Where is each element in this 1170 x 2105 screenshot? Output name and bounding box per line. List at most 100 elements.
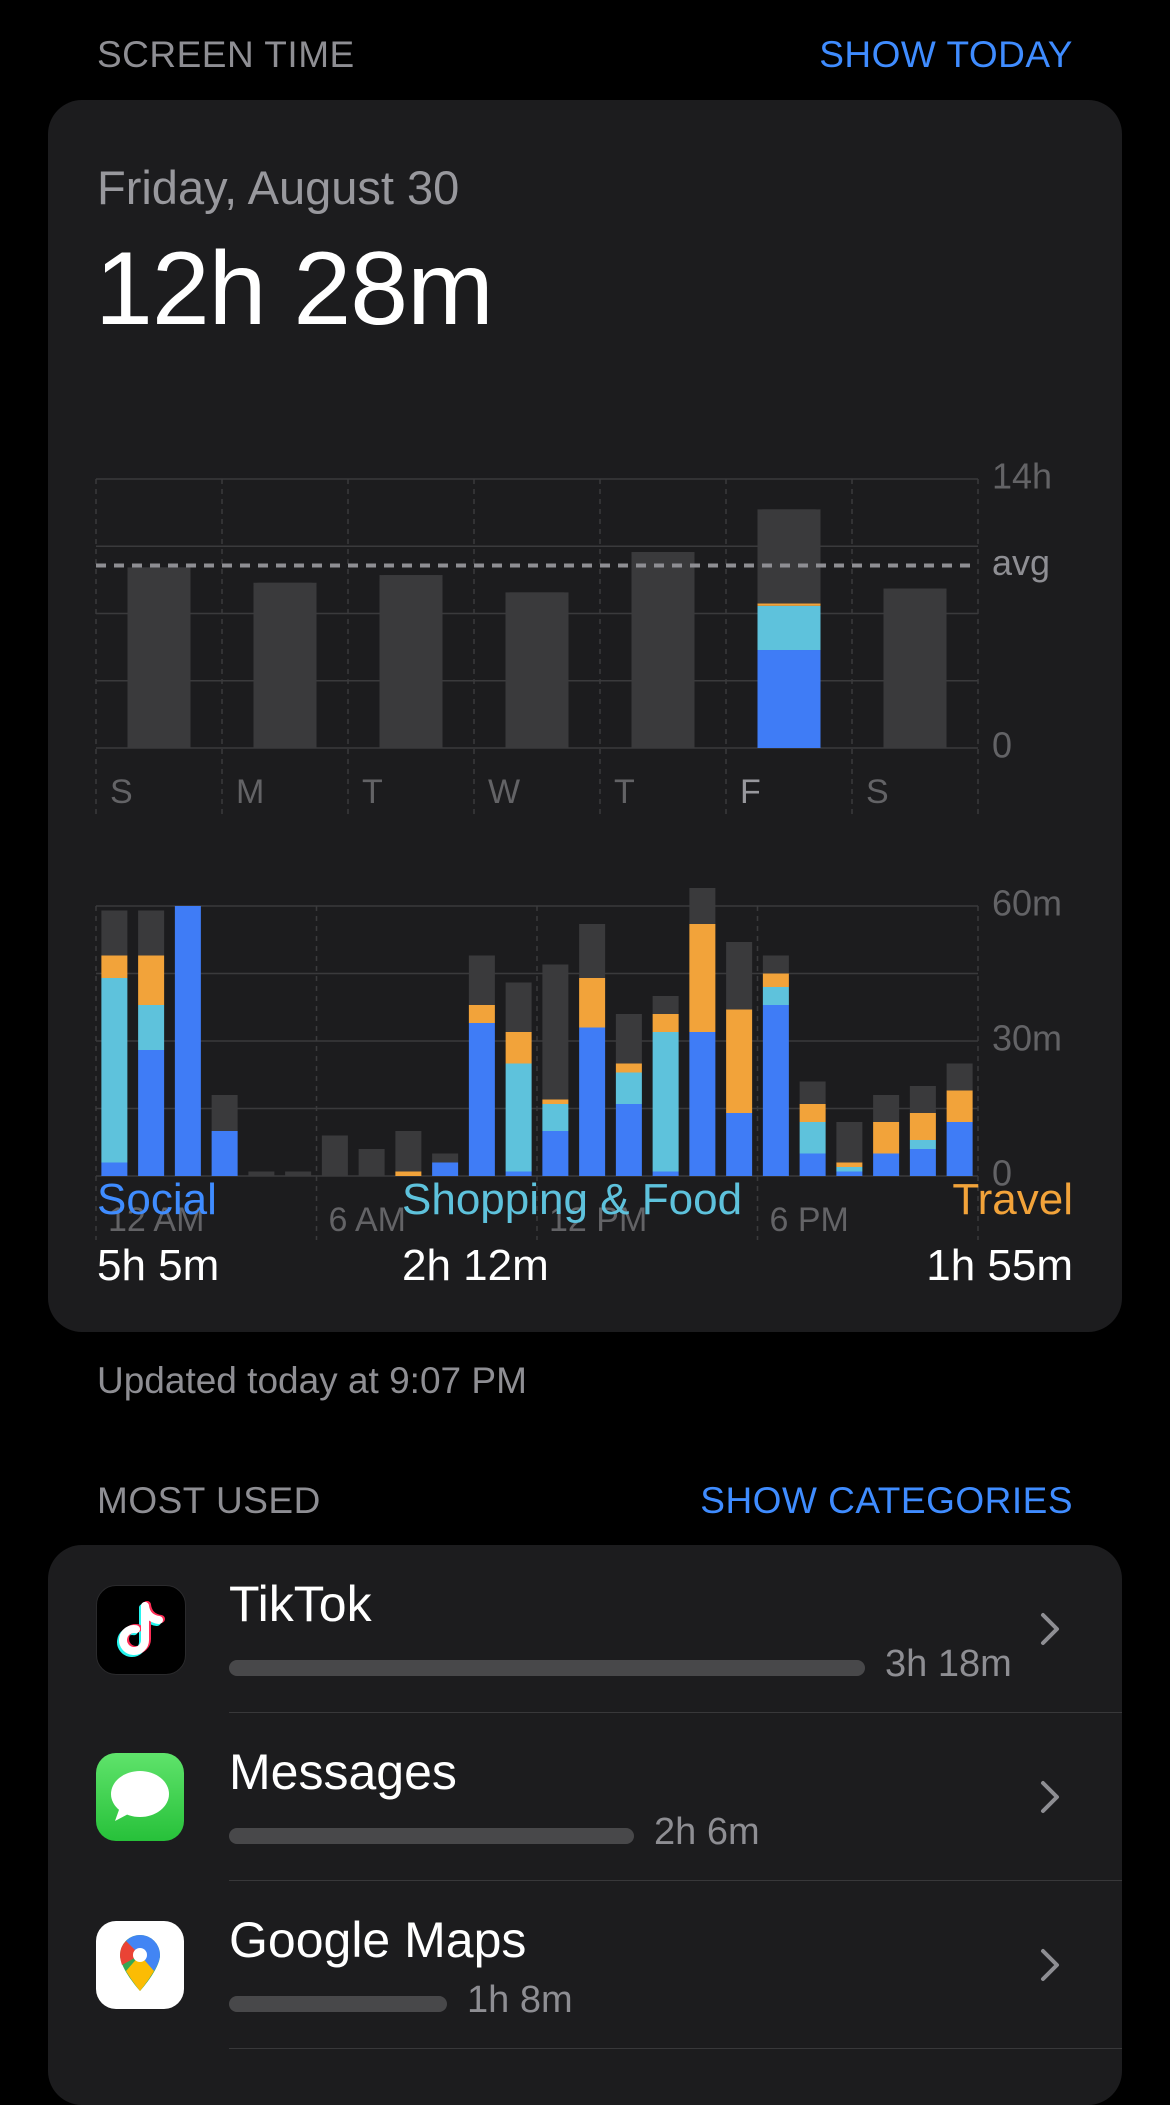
bar-other bbox=[127, 567, 191, 748]
bar-other bbox=[432, 1153, 459, 1163]
bar-other bbox=[379, 575, 443, 748]
usage-bar bbox=[229, 1996, 447, 2012]
bar-other bbox=[579, 924, 606, 978]
bar-travel bbox=[468, 1005, 495, 1023]
section-title: SCREEN TIME bbox=[97, 34, 355, 75]
bar-social bbox=[762, 1005, 789, 1176]
bar-other bbox=[248, 1171, 275, 1176]
bar-social bbox=[468, 1023, 495, 1176]
legend-value: 1h 55m bbox=[926, 1241, 1073, 1290]
bar-cap bbox=[631, 552, 695, 561]
day-tick-label: W bbox=[488, 773, 520, 811]
bar-other bbox=[253, 582, 317, 748]
bar-other bbox=[395, 1131, 422, 1172]
bar-other bbox=[631, 552, 695, 748]
bar-social bbox=[726, 1113, 753, 1176]
show-today-button[interactable]: SHOW TODAY bbox=[819, 34, 1073, 76]
day-tick-label: S bbox=[110, 773, 133, 811]
bar-shopping bbox=[757, 605, 821, 651]
bar-other bbox=[211, 1095, 238, 1131]
bar-travel bbox=[138, 955, 165, 1005]
bar-other bbox=[358, 1149, 385, 1176]
bar-shopping bbox=[652, 1032, 679, 1172]
app-name: Messages bbox=[229, 1744, 457, 1800]
avg-label: avg bbox=[992, 542, 1050, 583]
row-divider bbox=[229, 2048, 1122, 2049]
day-tick-label: T bbox=[614, 773, 635, 811]
bar-social bbox=[615, 1104, 642, 1176]
bar-other bbox=[505, 982, 532, 1032]
screen-time-summary-card: Friday, August 30 12h 28m S M T W T F S 14h avg 0… bbox=[48, 100, 1122, 1332]
bar-other bbox=[836, 1122, 863, 1163]
bar-social bbox=[579, 1027, 606, 1176]
y-tick-label: 0 bbox=[992, 725, 1012, 766]
bar-travel bbox=[689, 924, 716, 1032]
bar-shopping bbox=[909, 1140, 936, 1149]
app-row-tiktok[interactable]: TikTok 3h 18m bbox=[48, 1545, 1122, 1713]
weekly-usage-chart[interactable]: S M T W T F S 14h avg 0 bbox=[48, 460, 1122, 820]
bar-other bbox=[505, 592, 569, 748]
chevron-right-icon bbox=[1041, 1613, 1059, 1645]
bar-shopping bbox=[836, 1167, 863, 1172]
bar-other bbox=[321, 1135, 348, 1176]
show-categories-button[interactable]: SHOW CATEGORIES bbox=[700, 1480, 1073, 1522]
bar-social bbox=[873, 1153, 900, 1176]
y-tick-label: 60m bbox=[992, 883, 1062, 924]
legend-shopping-food: Shopping & Food 2h 12m bbox=[402, 1175, 742, 1291]
usage-time: 2h 6m bbox=[654, 1811, 760, 1853]
legend-social: Social 5h 5m bbox=[97, 1175, 219, 1291]
chevron-right-icon bbox=[1041, 1949, 1059, 1981]
selected-date: Friday, August 30 bbox=[97, 161, 460, 214]
bar-travel bbox=[652, 1014, 679, 1032]
bar-other bbox=[101, 910, 128, 956]
most-used-header: MOST USED SHOW CATEGORIES bbox=[97, 1480, 1073, 1522]
y-tick-label: 14h bbox=[992, 460, 1052, 497]
app-row-messages[interactable]: Messages 2h 6m bbox=[48, 1713, 1122, 1881]
google-maps-icon bbox=[96, 1921, 184, 2009]
bar-shopping bbox=[101, 978, 128, 1163]
bar-travel bbox=[505, 1032, 532, 1064]
app-name: TikTok bbox=[229, 1576, 372, 1632]
bar-social bbox=[542, 1131, 569, 1176]
bar-social bbox=[138, 1050, 165, 1176]
bar-social bbox=[946, 1122, 973, 1176]
bar-travel bbox=[873, 1122, 900, 1154]
day-tick-label: T bbox=[362, 773, 383, 811]
bar-cap bbox=[505, 592, 569, 601]
section-title: MOST USED bbox=[97, 1480, 321, 1521]
tiktok-icon bbox=[96, 1585, 186, 1675]
legend-value: 2h 12m bbox=[402, 1241, 549, 1290]
bar-travel bbox=[726, 1009, 753, 1113]
legend-label: Travel bbox=[952, 1175, 1073, 1224]
bar-travel bbox=[101, 955, 128, 978]
app-row-google-maps[interactable]: Google Maps 1h 8m bbox=[48, 1881, 1122, 2049]
bar-shopping bbox=[762, 987, 789, 1005]
usage-bar bbox=[229, 1828, 634, 1844]
bar-social bbox=[432, 1162, 459, 1176]
bar-travel bbox=[836, 1162, 863, 1167]
bar-other bbox=[138, 910, 165, 956]
bar-other bbox=[909, 1086, 936, 1113]
bar-other bbox=[873, 1095, 900, 1122]
bar-other bbox=[757, 509, 821, 604]
usage-time: 1h 8m bbox=[467, 1979, 573, 2021]
bar-social bbox=[836, 1171, 863, 1176]
bar-other bbox=[468, 955, 495, 1005]
y-tick-label: 30m bbox=[992, 1018, 1062, 1059]
bar-other bbox=[615, 1014, 642, 1064]
bar-social bbox=[757, 650, 821, 748]
bar-other bbox=[799, 1081, 826, 1104]
bar-travel bbox=[909, 1113, 936, 1140]
bar-cap bbox=[127, 567, 191, 576]
bar-travel bbox=[757, 603, 821, 606]
bar-social bbox=[799, 1153, 826, 1176]
bar-cap bbox=[379, 575, 443, 584]
bar-shopping bbox=[615, 1072, 642, 1104]
bar-social bbox=[689, 1032, 716, 1176]
bar-cap bbox=[253, 582, 317, 591]
bar-cap bbox=[757, 509, 821, 518]
bar-social bbox=[174, 906, 201, 1176]
legend-value: 5h 5m bbox=[97, 1241, 220, 1290]
bar-other bbox=[542, 964, 569, 1100]
bar-shopping bbox=[505, 1063, 532, 1172]
